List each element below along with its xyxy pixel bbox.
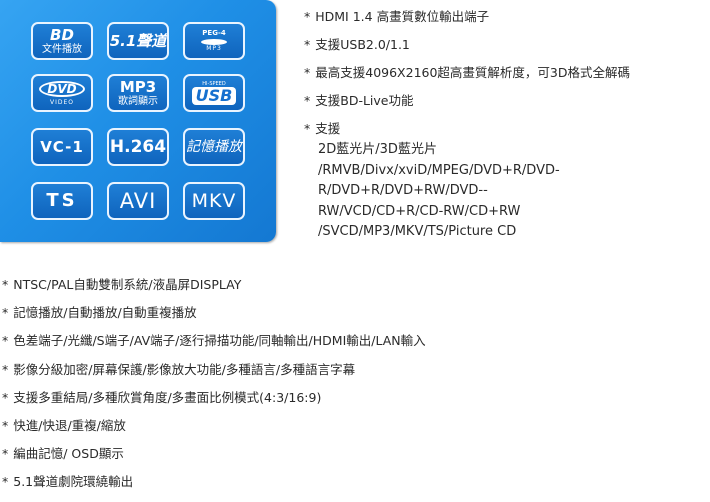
ts-logo-text: TS [46,190,78,211]
bullet-star: * [2,446,9,462]
feature-text: 最高支援4096X2160超高畫質解析度，可3D格式全解碼 [315,65,631,80]
feature-text: 色差端子/光纖/S端子/AV端子/逐行掃描功能/同軸輸出/HDMI輸出/LAN輸… [13,333,426,349]
list-item: * 影像分級加密/屏幕保護/影像放大功能/多種語言/多種語言字幕 [2,361,426,389]
mpeg4-logo-icon: PEG-4 MP3 [183,22,245,60]
bd-logo-text: BD [50,25,74,44]
list-item: * NTSC/PAL自動雙制系統/液晶屏DISPLAY [2,276,426,304]
feature-text: HDMI 1.4 高畫質數位輸出端子 [315,9,490,24]
mp3-logo-text: MP3 [119,77,157,96]
bullet-star: * [304,65,311,80]
list-item: * 支援USB2.0/1.1 [304,36,630,64]
supported-formats-lines: 2D藍光片/3D藍光片 /RMVB/Divx/xviD/MPEG/DVD+R/D… [318,140,630,243]
memory-playback-logo-text: 記憶播放 [186,139,242,155]
list-item: * 編曲記憶/ OSD顯示 [2,445,426,473]
bullet-star: * [304,9,311,24]
surround-logo-text: 5.1聲道 [109,31,167,50]
format-line: /SVCD/MP3/MKV/TS/Picture CD [318,224,517,239]
vc1-logo-text: VC-1 [40,137,84,156]
dvd-logo-caption: VIDEO [49,98,74,106]
dvd-video-logo-icon: DVD VIDEO [31,74,93,112]
list-item: * 快進/快退/重複/縮放 [2,417,426,445]
avi-logo-icon: AVI [107,182,169,220]
list-item: * HDMI 1.4 高畫質數位輸出端子 [304,8,630,36]
feature-text: 編曲記憶/ OSD顯示 [13,446,124,462]
mp3-lyrics-logo-icon: MP3 歌詞顯示 [107,74,169,112]
surround-5-1-logo-icon: 5.1聲道 [107,22,169,60]
h264-logo-icon: H.264 [107,128,169,166]
bullet-star: * [304,93,311,108]
support-label: 支援 [315,121,341,136]
list-item: * 支援BD-Live功能 [304,92,630,120]
format-line: 2D藍光片/3D藍光片 [318,142,437,157]
bd-logo-caption: 文件播放 [42,43,82,55]
h264-logo-text: H.264 [109,136,167,157]
list-item: * 支援多重結局/多種欣賞角度/多畫面比例模式(4:3/16:9) [2,389,426,417]
usb-logo-icon: HI-SPEED USB [183,74,245,112]
avi-logo-text: AVI [119,188,157,213]
feature-text: NTSC/PAL自動雙制系統/液晶屏DISPLAY [13,277,242,292]
format-logo-panel: BD 文件播放 5.1聲道 PEG-4 MP3 DVD VIDEO MP3 歌詞… [0,0,276,242]
feature-text: 影像分級加密/屏幕保護/影像放大功能/多種語言/多種語言字幕 [13,361,356,377]
bullet-star: * [2,361,9,377]
feature-text: 快進/快退/重複/縮放 [13,417,126,433]
feature-text: 支援多重結局/多種欣賞角度/多畫面比例模式(4:3/16:9) [13,389,322,405]
feature-text: 記憶播放/自動播放/自動重複播放 [13,305,197,321]
bd-logo-icon: BD 文件播放 [31,22,93,60]
list-item: * 最高支援4096X2160超高畫質解析度，可3D格式全解碼 [304,64,630,92]
feature-text: 5.1聲道劇院環繞輸出 [13,474,134,490]
feature-text: 支援USB2.0/1.1 [315,37,410,52]
mkv-logo-text: MKV [191,189,237,212]
bullet-star: * [2,305,9,321]
mp3-logo-caption: 歌詞顯示 [118,95,158,107]
format-line: RW/VCD/CD+R/CD-RW/CD+RW [318,203,521,219]
mpeg4-logo-text: PEG-4 [202,29,226,37]
vc1-logo-icon: VC-1 [31,128,93,166]
supported-formats-item: * 支援 2D藍光片/3D藍光片 /RMVB/Divx/xviD/MPEG/DVD… [304,120,630,243]
ts-logo-icon: TS [31,182,93,220]
mkv-logo-icon: MKV [183,182,245,220]
bullet-star: * [2,277,9,292]
memory-playback-logo-icon: 記憶播放 [183,128,245,166]
format-line: R/DVD+R/DVD+RW/DVD-- [318,183,488,198]
bullet-star: * [2,417,9,433]
list-item: * 記憶播放/自動播放/自動重複播放 [2,304,426,332]
bottom-feature-list: * NTSC/PAL自動雙制系統/液晶屏DISPLAY * 記憶播放/自動播放/自動… [2,276,426,502]
list-item: * 5.1聲道劇院環繞輸出 [2,473,426,501]
usb-logo-text: USB [191,86,237,105]
list-item: * 色差端子/光纖/S端子/AV端子/逐行掃描功能/同軸輸出/HDMI輸出/LAN… [2,332,426,360]
right-feature-list: * HDMI 1.4 高畫質數位輸出端子 * 支援USB2.0/1.1 * 最高支援4… [304,8,630,243]
feature-text: 支援BD-Live功能 [315,93,414,108]
bullet-star: * [304,37,311,52]
dvd-logo-text: DVD [39,80,85,97]
bullet-star: * [2,389,9,405]
bullet-star: * [304,121,311,136]
mpeg4-logo-caption: MP3 [206,45,222,52]
bullet-star: * [2,333,9,349]
format-line: /RMVB/Divx/xviD/MPEG/DVD+R/DVD- [318,162,560,178]
bullet-star: * [2,474,9,490]
